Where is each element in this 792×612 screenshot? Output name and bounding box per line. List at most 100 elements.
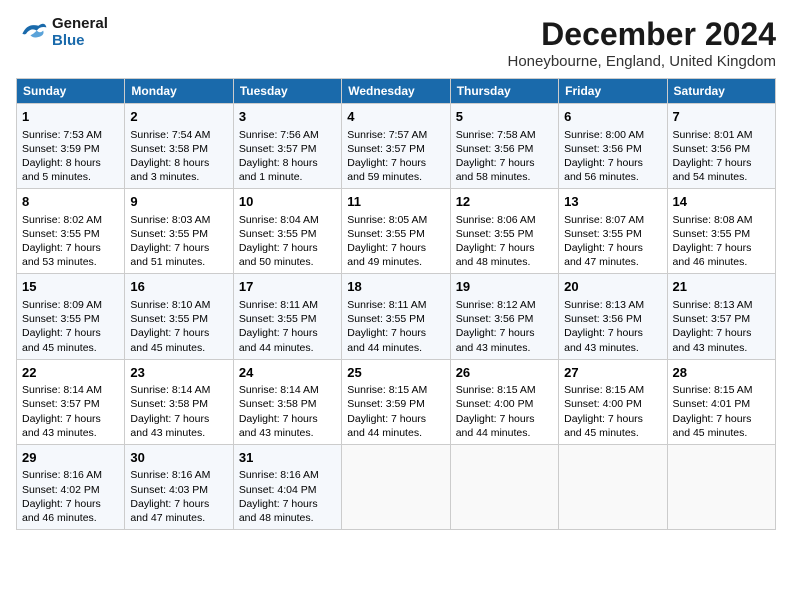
day-number: 22 bbox=[22, 364, 119, 382]
day-info: and 48 minutes. bbox=[456, 255, 553, 269]
day-number: 26 bbox=[456, 364, 553, 382]
day-of-week-friday: Friday bbox=[559, 79, 667, 104]
calendar-cell: 8Sunrise: 8:02 AMSunset: 3:55 PMDaylight… bbox=[17, 189, 125, 274]
day-of-week-saturday: Saturday bbox=[667, 79, 775, 104]
day-info: Daylight: 7 hours bbox=[456, 241, 553, 255]
day-info: Daylight: 7 hours bbox=[22, 241, 119, 255]
logo-line2: Blue bbox=[52, 33, 108, 50]
calendar-cell: 27Sunrise: 8:15 AMSunset: 4:00 PMDayligh… bbox=[559, 359, 667, 444]
day-info: Sunrise: 7:56 AM bbox=[239, 128, 336, 142]
day-number: 23 bbox=[130, 364, 227, 382]
calendar-cell: 30Sunrise: 8:16 AMSunset: 4:03 PMDayligh… bbox=[125, 444, 233, 529]
calendar-cell: 9Sunrise: 8:03 AMSunset: 3:55 PMDaylight… bbox=[125, 189, 233, 274]
day-info: and 53 minutes. bbox=[22, 255, 119, 269]
day-number: 16 bbox=[130, 278, 227, 296]
day-info: Daylight: 7 hours bbox=[456, 326, 553, 340]
day-info: Sunset: 3:58 PM bbox=[239, 397, 336, 411]
day-info: Sunrise: 8:08 AM bbox=[673, 213, 770, 227]
day-info: Sunset: 4:04 PM bbox=[239, 483, 336, 497]
day-of-week-tuesday: Tuesday bbox=[233, 79, 341, 104]
day-info: and 50 minutes. bbox=[239, 255, 336, 269]
day-info: Daylight: 7 hours bbox=[564, 156, 661, 170]
day-info: Sunrise: 8:14 AM bbox=[239, 383, 336, 397]
day-info: Sunrise: 7:57 AM bbox=[347, 128, 444, 142]
day-info: Daylight: 7 hours bbox=[673, 326, 770, 340]
day-info: Sunset: 3:57 PM bbox=[22, 397, 119, 411]
day-info: Daylight: 7 hours bbox=[673, 156, 770, 170]
day-info: Daylight: 7 hours bbox=[347, 241, 444, 255]
day-number: 1 bbox=[22, 108, 119, 126]
day-info: Sunrise: 8:16 AM bbox=[22, 468, 119, 482]
day-number: 20 bbox=[564, 278, 661, 296]
day-info: and 1 minute. bbox=[239, 170, 336, 184]
day-number: 5 bbox=[456, 108, 553, 126]
day-info: Sunset: 3:55 PM bbox=[22, 227, 119, 241]
day-of-week-monday: Monday bbox=[125, 79, 233, 104]
day-info: Sunrise: 8:07 AM bbox=[564, 213, 661, 227]
calendar-cell: 22Sunrise: 8:14 AMSunset: 3:57 PMDayligh… bbox=[17, 359, 125, 444]
day-info: Sunset: 3:58 PM bbox=[130, 397, 227, 411]
day-info: Sunrise: 8:04 AM bbox=[239, 213, 336, 227]
day-info: and 44 minutes. bbox=[347, 426, 444, 440]
day-info: and 59 minutes. bbox=[347, 170, 444, 184]
day-number: 12 bbox=[456, 193, 553, 211]
day-info: and 47 minutes. bbox=[564, 255, 661, 269]
day-info: Daylight: 7 hours bbox=[456, 412, 553, 426]
day-number: 27 bbox=[564, 364, 661, 382]
day-info: Sunset: 3:55 PM bbox=[130, 227, 227, 241]
calendar-cell: 1Sunrise: 7:53 AMSunset: 3:59 PMDaylight… bbox=[17, 104, 125, 189]
day-info: Sunset: 3:55 PM bbox=[239, 227, 336, 241]
day-number: 8 bbox=[22, 193, 119, 211]
day-info: Daylight: 7 hours bbox=[239, 497, 336, 511]
day-info: and 47 minutes. bbox=[130, 511, 227, 525]
calendar-cell: 17Sunrise: 8:11 AMSunset: 3:55 PMDayligh… bbox=[233, 274, 341, 359]
day-of-week-sunday: Sunday bbox=[17, 79, 125, 104]
calendar-cell: 26Sunrise: 8:15 AMSunset: 4:00 PMDayligh… bbox=[450, 359, 558, 444]
day-of-week-wednesday: Wednesday bbox=[342, 79, 450, 104]
day-info: and 43 minutes. bbox=[456, 341, 553, 355]
day-info: Sunrise: 8:10 AM bbox=[130, 298, 227, 312]
day-info: Sunrise: 7:54 AM bbox=[130, 128, 227, 142]
day-number: 29 bbox=[22, 449, 119, 467]
day-info: and 43 minutes. bbox=[673, 341, 770, 355]
calendar-cell bbox=[450, 444, 558, 529]
day-info: Sunrise: 8:13 AM bbox=[564, 298, 661, 312]
day-info: Sunrise: 8:14 AM bbox=[130, 383, 227, 397]
calendar-cell: 31Sunrise: 8:16 AMSunset: 4:04 PMDayligh… bbox=[233, 444, 341, 529]
calendar-cell: 7Sunrise: 8:01 AMSunset: 3:56 PMDaylight… bbox=[667, 104, 775, 189]
calendar: SundayMondayTuesdayWednesdayThursdayFrid… bbox=[16, 78, 776, 530]
logo-icon bbox=[16, 19, 48, 47]
day-info: Daylight: 7 hours bbox=[22, 412, 119, 426]
day-info: Sunset: 3:55 PM bbox=[673, 227, 770, 241]
calendar-cell: 2Sunrise: 7:54 AMSunset: 3:58 PMDaylight… bbox=[125, 104, 233, 189]
calendar-cell: 12Sunrise: 8:06 AMSunset: 3:55 PMDayligh… bbox=[450, 189, 558, 274]
day-info: Sunset: 3:55 PM bbox=[22, 312, 119, 326]
day-info: and 43 minutes. bbox=[239, 426, 336, 440]
day-info: Sunrise: 8:06 AM bbox=[456, 213, 553, 227]
day-info: Daylight: 7 hours bbox=[456, 156, 553, 170]
subtitle: Honeybourne, England, United Kingdom bbox=[507, 53, 776, 70]
day-of-week-thursday: Thursday bbox=[450, 79, 558, 104]
day-info: Daylight: 7 hours bbox=[130, 497, 227, 511]
day-number: 9 bbox=[130, 193, 227, 211]
day-info: Daylight: 7 hours bbox=[564, 412, 661, 426]
day-info: Sunrise: 8:16 AM bbox=[239, 468, 336, 482]
day-info: Sunrise: 7:58 AM bbox=[456, 128, 553, 142]
header: General Blue December 2024 Honeybourne, … bbox=[16, 16, 776, 70]
day-info: and 56 minutes. bbox=[564, 170, 661, 184]
day-info: Sunset: 3:58 PM bbox=[130, 142, 227, 156]
day-info: Daylight: 8 hours bbox=[22, 156, 119, 170]
title-area: December 2024 Honeybourne, England, Unit… bbox=[507, 16, 776, 70]
day-info: Sunset: 3:55 PM bbox=[347, 312, 444, 326]
day-number: 10 bbox=[239, 193, 336, 211]
day-info: Sunrise: 8:15 AM bbox=[673, 383, 770, 397]
day-info: Daylight: 7 hours bbox=[673, 241, 770, 255]
day-info: Sunset: 3:57 PM bbox=[239, 142, 336, 156]
day-info: and 58 minutes. bbox=[456, 170, 553, 184]
day-info: Sunset: 3:55 PM bbox=[347, 227, 444, 241]
day-number: 25 bbox=[347, 364, 444, 382]
calendar-cell: 18Sunrise: 8:11 AMSunset: 3:55 PMDayligh… bbox=[342, 274, 450, 359]
day-info: Sunset: 3:57 PM bbox=[347, 142, 444, 156]
day-info: Sunset: 3:56 PM bbox=[673, 142, 770, 156]
day-info: and 43 minutes. bbox=[564, 341, 661, 355]
